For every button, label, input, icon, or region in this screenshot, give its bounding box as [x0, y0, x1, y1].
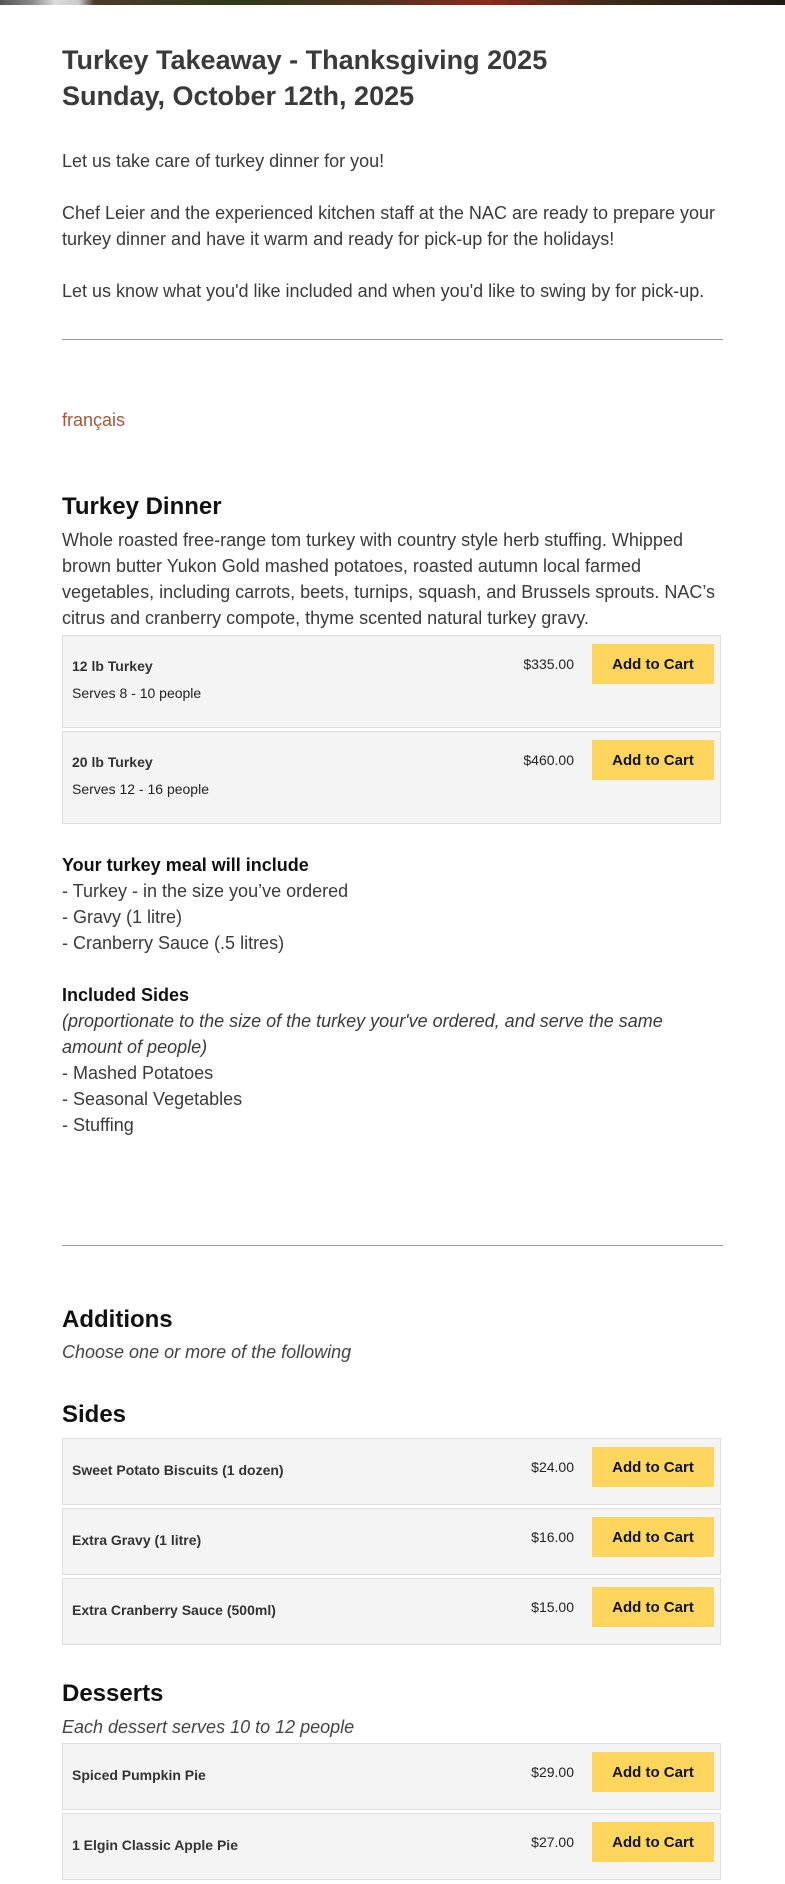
product-name: Spiced Pumpkin Pie	[72, 1767, 206, 1783]
included-sides-heading: Included Sides	[62, 985, 190, 1005]
hero-image-strip	[0, 0, 785, 5]
meal-includes: Your turkey meal will include - Turkey -…	[62, 852, 723, 1138]
intro-text: Let us take care of turkey dinner for yo…	[62, 148, 723, 330]
intro-paragraph: Chef Leier and the experienced kitchen s…	[62, 203, 716, 249]
divider	[62, 339, 723, 340]
product-name: 1 Elgin Classic Apple Pie	[72, 1837, 238, 1853]
language-link-francais[interactable]: français	[62, 407, 125, 433]
product-row: 20 lb Turkey Serves 12 - 16 people $460.…	[62, 731, 721, 824]
product-serves: Serves 8 - 10 people	[72, 685, 202, 701]
desserts-heading: Desserts	[62, 1680, 164, 1707]
product-name: Extra Cranberry Sauce (500ml)	[72, 1602, 276, 1618]
add-to-cart-button[interactable]: Add to Cart	[592, 1752, 714, 1792]
turkey-dinner-description: Whole roasted free-range tom turkey with…	[62, 530, 716, 628]
turkey-dinner-heading: Turkey Dinner	[62, 493, 222, 520]
product-price: $335.00	[523, 656, 574, 672]
product-row: Sweet Potato Biscuits (1 dozen) $24.00 A…	[62, 1438, 721, 1505]
page-title-line2: Sunday, October 12th, 2025	[62, 81, 415, 111]
product-name: Sweet Potato Biscuits (1 dozen)	[72, 1462, 284, 1478]
list-item: - Stuffing	[62, 1115, 134, 1135]
product-row: Extra Gravy (1 litre) $16.00 Add to Cart	[62, 1508, 721, 1575]
product-name: Extra Gravy (1 litre)	[72, 1532, 202, 1548]
product-price: $24.00	[531, 1459, 574, 1475]
add-to-cart-button[interactable]: Add to Cart	[592, 740, 714, 780]
additions-heading: Additions	[62, 1306, 173, 1333]
add-to-cart-button[interactable]: Add to Cart	[592, 644, 714, 684]
product-row: 1 Elgin Classic Apple Pie $27.00 Add to …	[62, 1813, 721, 1880]
desserts-subheading: Each dessert serves 10 to 12 people	[62, 1717, 355, 1737]
product-price: $29.00	[531, 1764, 574, 1780]
list-item: - Gravy (1 litre)	[62, 907, 183, 927]
product-row: Extra Cranberry Sauce (500ml) $15.00 Add…	[62, 1578, 721, 1645]
add-to-cart-button[interactable]: Add to Cart	[592, 1447, 714, 1487]
product-row: 12 lb Turkey Serves 8 - 10 people $335.0…	[62, 635, 721, 728]
list-item: - Cranberry Sauce (.5 litres)	[62, 933, 285, 953]
add-to-cart-button[interactable]: Add to Cart	[592, 1587, 714, 1627]
intro-paragraph: Let us take care of turkey dinner for yo…	[62, 151, 385, 171]
list-item: - Mashed Potatoes	[62, 1063, 214, 1083]
sides-heading: Sides	[62, 1401, 127, 1428]
product-row: Spiced Pumpkin Pie $29.00 Add to Cart	[62, 1743, 721, 1810]
additions-subheading: Choose one or more of the following	[62, 1342, 352, 1362]
add-to-cart-button[interactable]: Add to Cart	[592, 1517, 714, 1557]
product-serves: Serves 12 - 16 people	[72, 781, 209, 797]
list-item: - Turkey - in the size you’ve ordered	[62, 881, 349, 901]
product-price: $460.00	[523, 752, 574, 768]
product-name: 12 lb Turkey	[72, 658, 153, 674]
intro-paragraph: Let us know what you'd like included and…	[62, 281, 705, 301]
page-title: Turkey Takeaway - Thanksgiving 2025 Sund…	[62, 42, 723, 114]
divider	[62, 1245, 723, 1246]
list-item: - Seasonal Vegetables	[62, 1089, 243, 1109]
product-price: $16.00	[531, 1529, 574, 1545]
product-price: $15.00	[531, 1599, 574, 1615]
product-price: $27.00	[531, 1834, 574, 1850]
product-name: 20 lb Turkey	[72, 754, 153, 770]
included-sides-note: (proportionate to the size of the turkey…	[62, 1011, 663, 1057]
add-to-cart-button[interactable]: Add to Cart	[592, 1822, 714, 1862]
meal-includes-heading: Your turkey meal will include	[62, 855, 309, 875]
page-title-line1: Turkey Takeaway - Thanksgiving 2025	[62, 45, 548, 75]
